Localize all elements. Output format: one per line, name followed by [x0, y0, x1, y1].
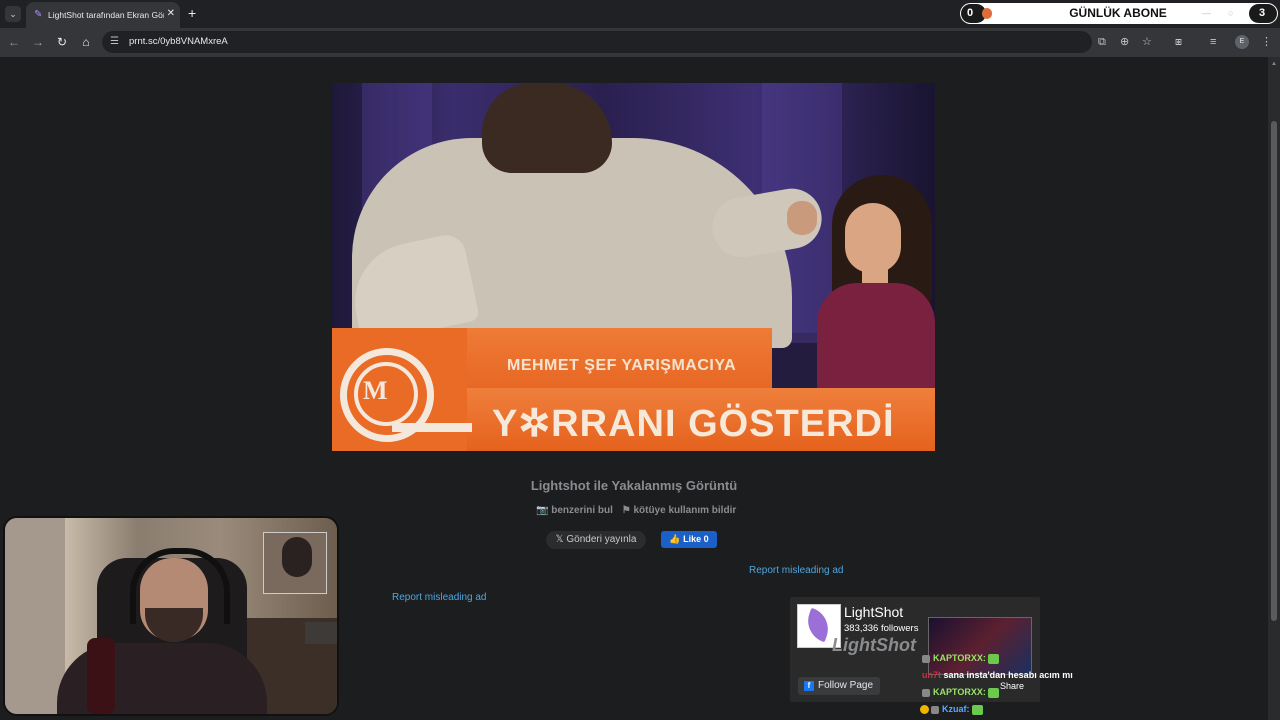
ticker-right-badge: 3 [1249, 4, 1277, 23]
camera-icon: 📷 [536, 505, 549, 516]
tab-title: LightShot tarafından Ekran Görüntüsü [48, 10, 164, 20]
fb-page-name[interactable]: LightShot [844, 604, 903, 620]
chat-emote-icon [971, 704, 983, 715]
zoom-icon[interactable]: ⊕ [1120, 35, 1129, 49]
x-share-button[interactable]: 𝕏 Gönderi yayınla [546, 531, 646, 549]
chat-message: KAPTORXX: [922, 653, 999, 664]
woman-face [845, 203, 901, 273]
microphone-icon [87, 638, 115, 714]
chat-username: un7t [922, 670, 941, 680]
menu-kebab-icon[interactable]: ⋮ [1261, 35, 1272, 49]
bookmark-star-icon[interactable]: ☆ [1142, 35, 1152, 49]
report-ad-link-left[interactable]: Report misleading ad [392, 592, 487, 603]
hand [787, 201, 817, 235]
facebook-page-widget: LightShot 383,336 followers LightShot fF… [790, 597, 1040, 702]
chat-emote-icon [987, 653, 999, 664]
streamer-webcam [3, 516, 339, 716]
fb-video-thumbnail[interactable] [928, 617, 1032, 675]
lightshot-feather-icon: ✎ [34, 9, 43, 20]
scroll-up-icon[interactable]: ▲ [1271, 61, 1277, 67]
chat-username: KAPTORXX: [933, 687, 986, 697]
inset-person [282, 537, 312, 577]
reload-icon[interactable]: ↻ [54, 34, 70, 50]
x-share-label: Gönderi yayınla [566, 534, 637, 545]
fb-follow-button[interactable]: f Follow Page [798, 677, 880, 695]
image-caption-top: MEHMET ŞEF YARIŞMACIYA [507, 357, 737, 374]
webcam-inset-video [263, 532, 327, 594]
woman-body [817, 283, 935, 393]
webcam-curtain [5, 518, 65, 714]
image-caption-bottom: Y✲RRANI GÖSTERDİ [492, 403, 895, 445]
minimize-icon: — [1202, 8, 1211, 18]
media-controls-icon[interactable]: ≡ [1210, 35, 1216, 49]
chat-message: un7t sana insta'dan hesabı acım mı [922, 670, 1073, 680]
report-abuse-link[interactable]: kötüye kullanım bildir [633, 505, 736, 516]
ticker-label: GÜNLÜK ABONE [1069, 6, 1167, 20]
profile-avatar[interactable]: E [1235, 35, 1249, 49]
chat-emote-icon [987, 687, 999, 698]
x-logo-icon: 𝕏 [555, 534, 567, 545]
close-tab-icon[interactable]: ✕ [167, 8, 175, 20]
chat-message-text: sana insta'dan hesabı acım mı [943, 670, 1073, 680]
chat-username: KAPTORXX: [933, 653, 986, 663]
daily-subscriber-ticker: 0 GÜNLÜK ABONE — ○ 3 [960, 3, 1278, 24]
find-similar-link[interactable]: benzerini bul [551, 505, 613, 516]
fb-brand-logo: LightShot [832, 635, 916, 655]
facebook-like-button[interactable]: 👍 Like 0 [661, 531, 717, 548]
chat-gold-badge-icon [920, 705, 929, 715]
chat-username: Kzuaf: [942, 704, 970, 714]
webcam-speaker [305, 622, 337, 644]
report-ad-link-right[interactable]: Report misleading ad [749, 565, 844, 576]
fb-followers-count: 383,336 followers [844, 623, 919, 634]
like-label: Like 0 [683, 534, 709, 544]
fb-follow-label: Follow Page [818, 680, 874, 691]
cast-icon[interactable]: ⧉ [1098, 35, 1106, 49]
facebook-icon: f [804, 681, 814, 691]
active-tab[interactable]: ✎ LightShot tarafından Ekran Görüntüsü ✕ [26, 2, 180, 28]
chat-message: Kzuaf: [920, 704, 983, 715]
headset-icon [130, 548, 230, 624]
url-text[interactable]: prnt.sc/0yb8VNAMxreA [129, 36, 228, 47]
lightshot-feather-icon [801, 607, 835, 643]
fb-share-button[interactable]: Share [1000, 681, 1024, 691]
page-scrollbar[interactable]: ▲ [1268, 57, 1280, 720]
page-title: Lightshot ile Yakalanmış Görüntü [530, 478, 738, 493]
address-bar[interactable]: ☰ prnt.sc/0yb8VNAMxreA ⧉ ⊕ ☆ [102, 31, 1152, 53]
masterchef-logo-letter: M [363, 376, 388, 405]
extensions-icon[interactable]: ⧆ [1175, 35, 1182, 49]
site-info-icon[interactable]: ☰ [110, 36, 119, 47]
tab-strip: ⌄ ✎ LightShot tarafından Ekran Görüntüsü… [0, 0, 1280, 28]
ticker-left-value: 0 [967, 7, 974, 19]
report-flag-icon: ⚑ [621, 505, 631, 516]
screenshot-image[interactable]: M MEHMET ŞEF YARIŞMACIYA Y✲RRANI GÖSTERD… [332, 83, 935, 451]
chat-badge-icon [931, 705, 939, 714]
forward-arrow-icon[interactable]: → [30, 34, 46, 50]
restore-icon: ○ [1228, 8, 1234, 18]
scroll-thumb[interactable] [1271, 121, 1277, 621]
new-tab-button[interactable]: + [188, 5, 196, 21]
back-arrow-icon[interactable]: ← [6, 34, 22, 50]
action-links: 📷 benzerini bul ⚑ kötüye kullanım bildir [536, 505, 736, 516]
tab-search-button[interactable]: ⌄ [5, 6, 21, 22]
chat-message: KAPTORXX: [922, 687, 999, 698]
masterchef-logo-tail [392, 423, 472, 432]
ticker-right-value: 3 [1259, 7, 1266, 19]
thumbs-up-icon: 👍 [669, 534, 684, 544]
ticker-progress-indicator [982, 8, 992, 19]
browser-toolbar: ← → ↻ ⌂ ☰ prnt.sc/0yb8VNAMxreA ⧉ ⊕ ☆ ⧆ ≡… [0, 28, 1280, 57]
home-icon[interactable]: ⌂ [78, 34, 94, 50]
chat-badge-icon [922, 688, 930, 697]
chat-badge-icon [922, 654, 930, 663]
